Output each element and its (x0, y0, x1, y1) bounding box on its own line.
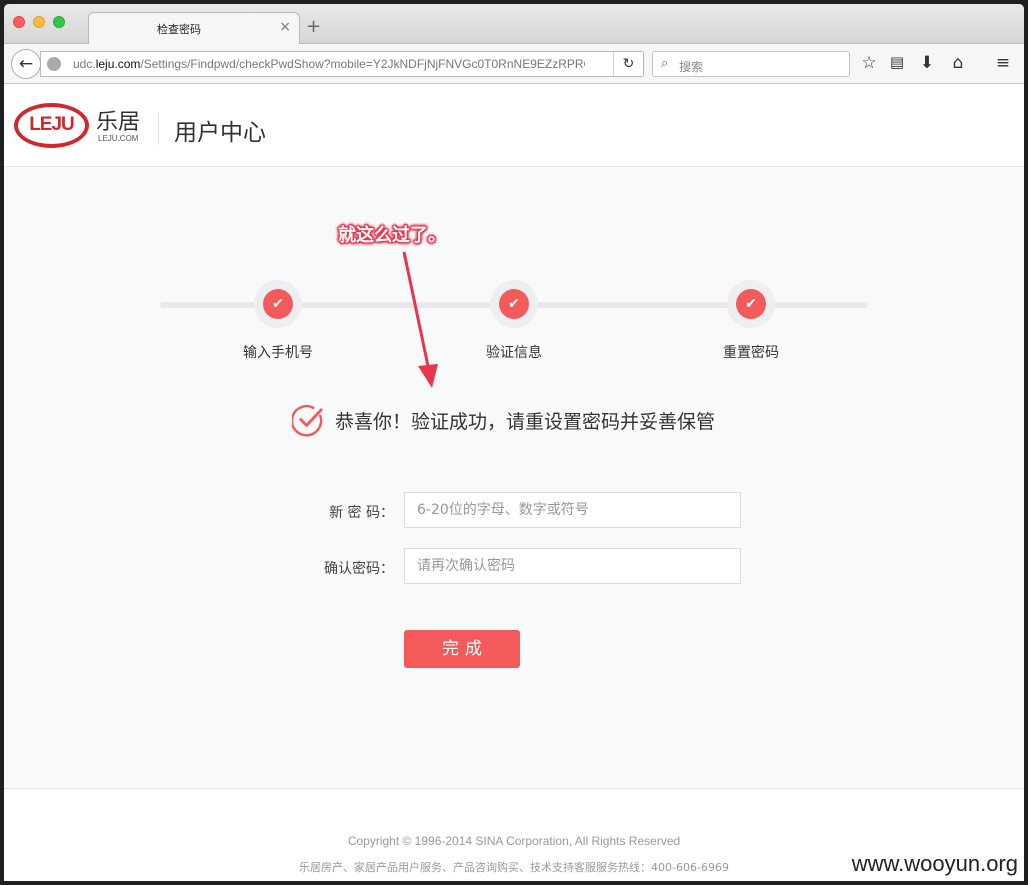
success-banner: 恭喜你！验证成功，请重设置密码并妥善保管 (292, 402, 715, 438)
success-message: 恭喜你！验证成功，请重设置密码并妥善保管 (335, 410, 716, 433)
tab-title: 检查密码 (157, 23, 201, 36)
tab-active[interactable]: 检查密码 × (88, 12, 300, 45)
search-placeholder: 搜索 (679, 60, 704, 74)
success-check-icon (292, 404, 323, 436)
back-arrow-icon: ← (18, 54, 34, 74)
step-1: ✔ 输入手机号 (198, 280, 358, 362)
logo-domain: LEJU.COM (98, 134, 139, 143)
url-prefix: udc. (73, 57, 96, 71)
watermark: www.wooyun.org (847, 851, 1022, 877)
close-window-button[interactable] (13, 16, 25, 28)
tab-close-icon[interactable]: × (279, 19, 291, 35)
browser-window: 检查密码 × + udc.leju.com/Settings/Findpwd/c… (4, 4, 1024, 881)
done-button[interactable]: 完成 (404, 630, 520, 668)
step-2: ✔ 验证信息 (434, 280, 594, 362)
new-password-label: 新 密 码： (329, 505, 394, 521)
reload-icon[interactable]: ↻ (613, 52, 643, 76)
reading-list-icon[interactable]: ▤ (886, 53, 908, 71)
leju-logo[interactable]: LEJU (14, 103, 89, 148)
check-icon: ✔ (263, 289, 293, 319)
site-header: LEJU 乐居 LEJU.COM 用户中心 (4, 84, 1024, 167)
bookmark-star-icon[interactable]: ☆ (858, 53, 880, 73)
annotation-arrow (402, 251, 438, 388)
confirm-password-label: 确认密码： (324, 561, 394, 577)
page-title: 用户中心 (174, 120, 266, 146)
step-label: 重置密码 (723, 345, 779, 361)
globe-icon (47, 57, 61, 71)
tab-bar: 检查密码 × + (4, 4, 1024, 45)
header-divider (158, 113, 159, 145)
copyright-text: Copyright © 1996-2014 SINA Corporation, … (347, 834, 681, 848)
check-icon: ✔ (736, 289, 766, 319)
home-icon[interactable]: ⌂ (947, 53, 969, 73)
confirm-password-input[interactable]: 请再次确认密码 (404, 548, 741, 584)
url-text[interactable]: udc.leju.com/Settings/Findpwd/checkPwdSh… (73, 57, 585, 71)
step-label: 验证信息 (486, 345, 542, 361)
step-label: 输入手机号 (243, 345, 313, 361)
zoom-window-button[interactable] (53, 16, 65, 28)
back-button[interactable]: ← (11, 49, 41, 79)
nav-bar: udc.leju.com/Settings/Findpwd/checkPwdSh… (4, 44, 1024, 84)
logo-text: LEJU (29, 114, 75, 135)
logo-cn: 乐居 (96, 110, 141, 135)
new-password-input[interactable]: 6-20位的字母、数字或符号 (404, 492, 741, 528)
search-input[interactable]: ⌕ 搜索 (652, 51, 850, 77)
url-domain: leju.com (95, 57, 141, 71)
search-icon: ⌕ (661, 56, 669, 71)
url-bar[interactable]: udc.leju.com/Settings/Findpwd/checkPwdSh… (40, 51, 644, 77)
url-path: /Settings/Findpwd/checkPwdShow?mobile=Y2… (140, 57, 585, 71)
download-icon[interactable]: ⬇ (916, 53, 938, 73)
annotation-text: 就这么过了。 (338, 225, 446, 246)
minimize-window-button[interactable] (33, 16, 45, 28)
page-content: LEJU 乐居 LEJU.COM 用户中心 ✔ 输入手机号 ✔ 验证信息 ✔ 重… (4, 84, 1024, 881)
menu-icon[interactable]: ≡ (992, 53, 1014, 73)
new-tab-button[interactable]: + (306, 16, 321, 37)
step-3: ✔ 重置密码 (671, 280, 831, 362)
check-icon: ✔ (499, 289, 529, 319)
